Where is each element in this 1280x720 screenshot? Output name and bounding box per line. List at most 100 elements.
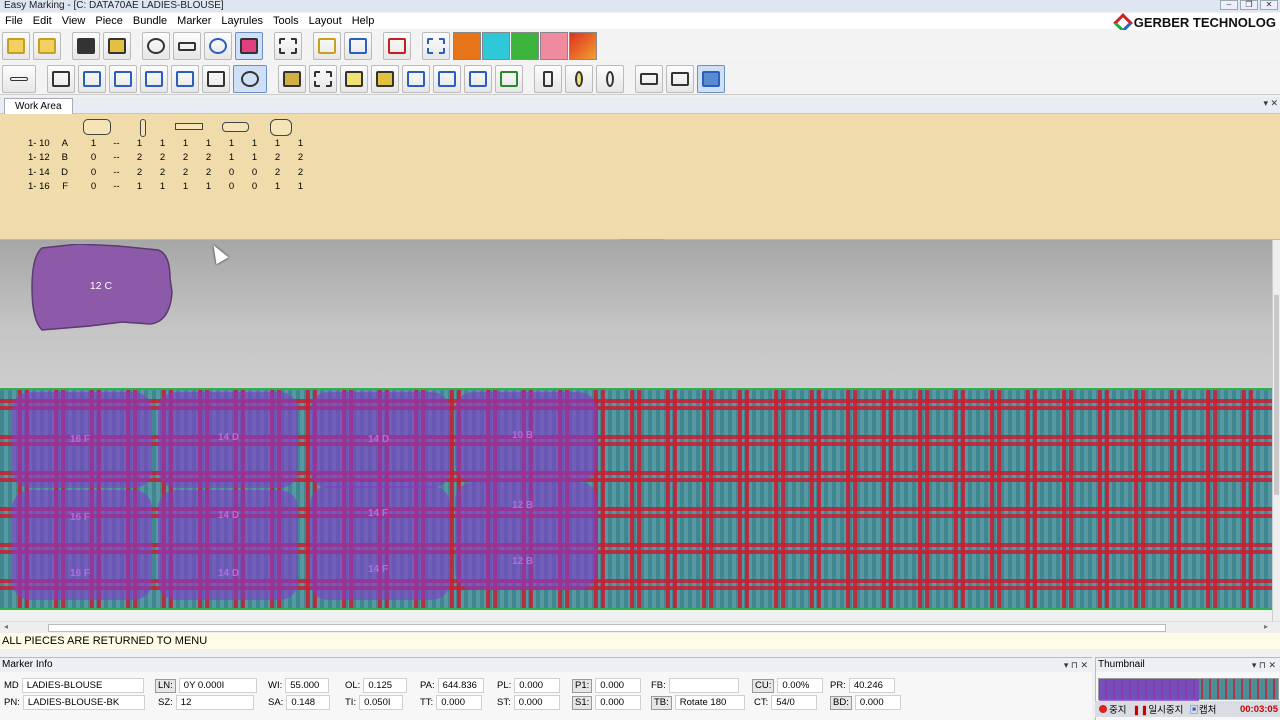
match-button[interactable] bbox=[402, 64, 430, 93]
tt-field[interactable]: 0.000 bbox=[436, 695, 483, 710]
tb-field[interactable]: Rotate 180 bbox=[674, 695, 745, 710]
sz-field[interactable]: 12 bbox=[175, 695, 254, 710]
color-cyan-button[interactable] bbox=[482, 32, 510, 60]
menu-row[interactable]: 1- 10 A 1 -- 1 1 1 1 1 1 1 1 bbox=[28, 136, 312, 151]
zoom-in-button[interactable] bbox=[142, 32, 170, 60]
plaid-button[interactable] bbox=[495, 64, 523, 93]
export-button[interactable] bbox=[422, 32, 450, 60]
bump-left-button[interactable] bbox=[109, 64, 137, 93]
piece-shape-3[interactable] bbox=[175, 123, 203, 130]
st-field[interactable]: 0.000 bbox=[513, 695, 560, 710]
fabric-marker[interactable]: 16 F 14 D 14 D 10 B 16 F 14 D 14 F 12 B … bbox=[0, 388, 1272, 610]
piece-shape-5[interactable] bbox=[270, 119, 292, 136]
p1-button[interactable]: P1: bbox=[572, 678, 593, 693]
work-area[interactable] bbox=[0, 240, 1272, 388]
horizontal-scrollbar[interactable]: ◂ ▸ bbox=[0, 621, 1280, 633]
fold-button[interactable] bbox=[278, 64, 306, 93]
wi-field[interactable]: 55.000 bbox=[285, 678, 330, 693]
close-button[interactable]: ✕ bbox=[1260, 0, 1278, 10]
notch-button[interactable] bbox=[534, 64, 562, 93]
panel-controls[interactable]: ▾ ⊓ ✕ bbox=[1064, 658, 1088, 672]
menu-layrules[interactable]: Layrules bbox=[216, 15, 268, 27]
zoom-window-button[interactable] bbox=[204, 32, 232, 60]
save-button[interactable] bbox=[72, 32, 100, 60]
flip-button[interactable] bbox=[202, 64, 230, 93]
selected-piece[interactable]: 12 C bbox=[30, 243, 175, 337]
horizontal-scroll-thumb[interactable] bbox=[48, 624, 1166, 632]
menu-edit[interactable]: Edit bbox=[28, 15, 57, 27]
color-pink-button[interactable] bbox=[540, 32, 568, 60]
menu-piece[interactable]: Piece bbox=[90, 15, 128, 27]
pin-button[interactable] bbox=[565, 64, 593, 93]
tb-button[interactable]: TB: bbox=[651, 695, 672, 710]
tab-controls[interactable]: ▾ ✕ bbox=[1263, 98, 1278, 109]
report-button[interactable] bbox=[383, 32, 411, 60]
color-green-button[interactable] bbox=[511, 32, 539, 60]
laid-piece[interactable] bbox=[12, 490, 152, 600]
match-piece-button[interactable] bbox=[464, 64, 492, 93]
bd-field[interactable]: 0.000 bbox=[854, 695, 901, 710]
thumbnail-controls[interactable]: ▾ ⊓ ✕ bbox=[1252, 658, 1276, 672]
add-piece-button[interactable] bbox=[344, 32, 372, 60]
menu-row[interactable]: 1- 14 D 0 -- 2 2 2 2 0 0 2 2 bbox=[28, 165, 312, 180]
vertical-scroll-thumb[interactable] bbox=[1274, 295, 1279, 495]
split-view-button[interactable] bbox=[697, 64, 725, 93]
record-pause-button[interactable]: ❚❚일시중지 bbox=[1132, 702, 1183, 716]
color-gradient-button[interactable] bbox=[569, 32, 597, 60]
group-button[interactable] bbox=[47, 64, 75, 93]
overlap-button[interactable] bbox=[371, 64, 399, 93]
match-all-button[interactable] bbox=[433, 64, 461, 93]
pa-field[interactable]: 644.836 bbox=[437, 678, 484, 693]
bd-button[interactable]: BD: bbox=[830, 695, 852, 710]
cu-button[interactable]: CU: bbox=[752, 678, 775, 693]
menu-layout[interactable]: Layout bbox=[304, 15, 347, 27]
zoom-piece-button[interactable] bbox=[235, 32, 263, 60]
menu-file[interactable]: File bbox=[0, 15, 28, 27]
open-folder-button[interactable] bbox=[2, 32, 30, 60]
ol-field[interactable]: 0.125 bbox=[363, 678, 408, 693]
zoom-full-button[interactable] bbox=[173, 32, 201, 60]
cu-field[interactable]: 0.00% bbox=[777, 678, 824, 693]
piece-shape-1[interactable] bbox=[83, 119, 111, 135]
save-as-button[interactable] bbox=[103, 32, 131, 60]
pl-field[interactable]: 0.000 bbox=[514, 678, 561, 693]
ln-field[interactable]: 0Y 0.000I bbox=[178, 678, 257, 693]
select-area-button[interactable] bbox=[274, 32, 302, 60]
laid-piece[interactable] bbox=[158, 490, 298, 600]
menu-row[interactable]: 1- 12 B 0 -- 2 2 2 2 1 1 2 2 bbox=[28, 151, 312, 166]
laid-piece[interactable] bbox=[310, 486, 450, 600]
menu-help[interactable]: Help bbox=[347, 15, 380, 27]
scroll-left-icon[interactable]: ◂ bbox=[4, 622, 8, 631]
pr-field[interactable]: 40.246 bbox=[848, 678, 895, 693]
thumbnail-preview[interactable] bbox=[1098, 678, 1279, 701]
bump-right-button[interactable] bbox=[78, 64, 106, 93]
restore-button[interactable]: ❐ bbox=[1240, 0, 1258, 10]
pn-field[interactable]: LADIES-BLOUSE-BK bbox=[22, 695, 145, 710]
s1-button[interactable]: S1: bbox=[572, 695, 593, 710]
p1-field[interactable]: 0.000 bbox=[595, 678, 642, 693]
scroll-right-icon[interactable]: ▸ bbox=[1264, 622, 1268, 631]
piece-shape-4[interactable] bbox=[222, 122, 249, 132]
frame-shadow-button[interactable] bbox=[666, 64, 694, 93]
ln-button[interactable]: LN: bbox=[155, 678, 176, 693]
sa-field[interactable]: 0.148 bbox=[286, 695, 331, 710]
menu-row[interactable]: 1- 16 F 0 -- 1 1 1 1 0 0 1 1 bbox=[28, 180, 312, 195]
ti-field[interactable]: 0.050I bbox=[359, 695, 404, 710]
slide-button[interactable] bbox=[140, 64, 168, 93]
vertical-scrollbar[interactable] bbox=[1272, 240, 1280, 622]
move-horizontal-button[interactable] bbox=[2, 64, 36, 93]
rotate-180-button[interactable] bbox=[233, 64, 267, 93]
tilt-button[interactable] bbox=[340, 64, 368, 93]
menu-view[interactable]: View bbox=[57, 15, 91, 27]
buffer-button[interactable] bbox=[309, 64, 337, 93]
menu-bundle[interactable]: Bundle bbox=[128, 15, 172, 27]
md-field[interactable]: LADIES-BLOUSE bbox=[21, 678, 144, 693]
record-stop-button[interactable]: 중지 bbox=[1099, 702, 1126, 716]
fb-field[interactable] bbox=[668, 678, 739, 693]
pin-off-button[interactable] bbox=[596, 64, 624, 93]
align-button[interactable] bbox=[171, 64, 199, 93]
capture-button[interactable]: ▣캡처 bbox=[1189, 702, 1216, 716]
open-marker-button[interactable] bbox=[33, 32, 61, 60]
menu-tools[interactable]: Tools bbox=[268, 15, 304, 27]
tab-work-area[interactable]: Work Area bbox=[4, 98, 73, 114]
